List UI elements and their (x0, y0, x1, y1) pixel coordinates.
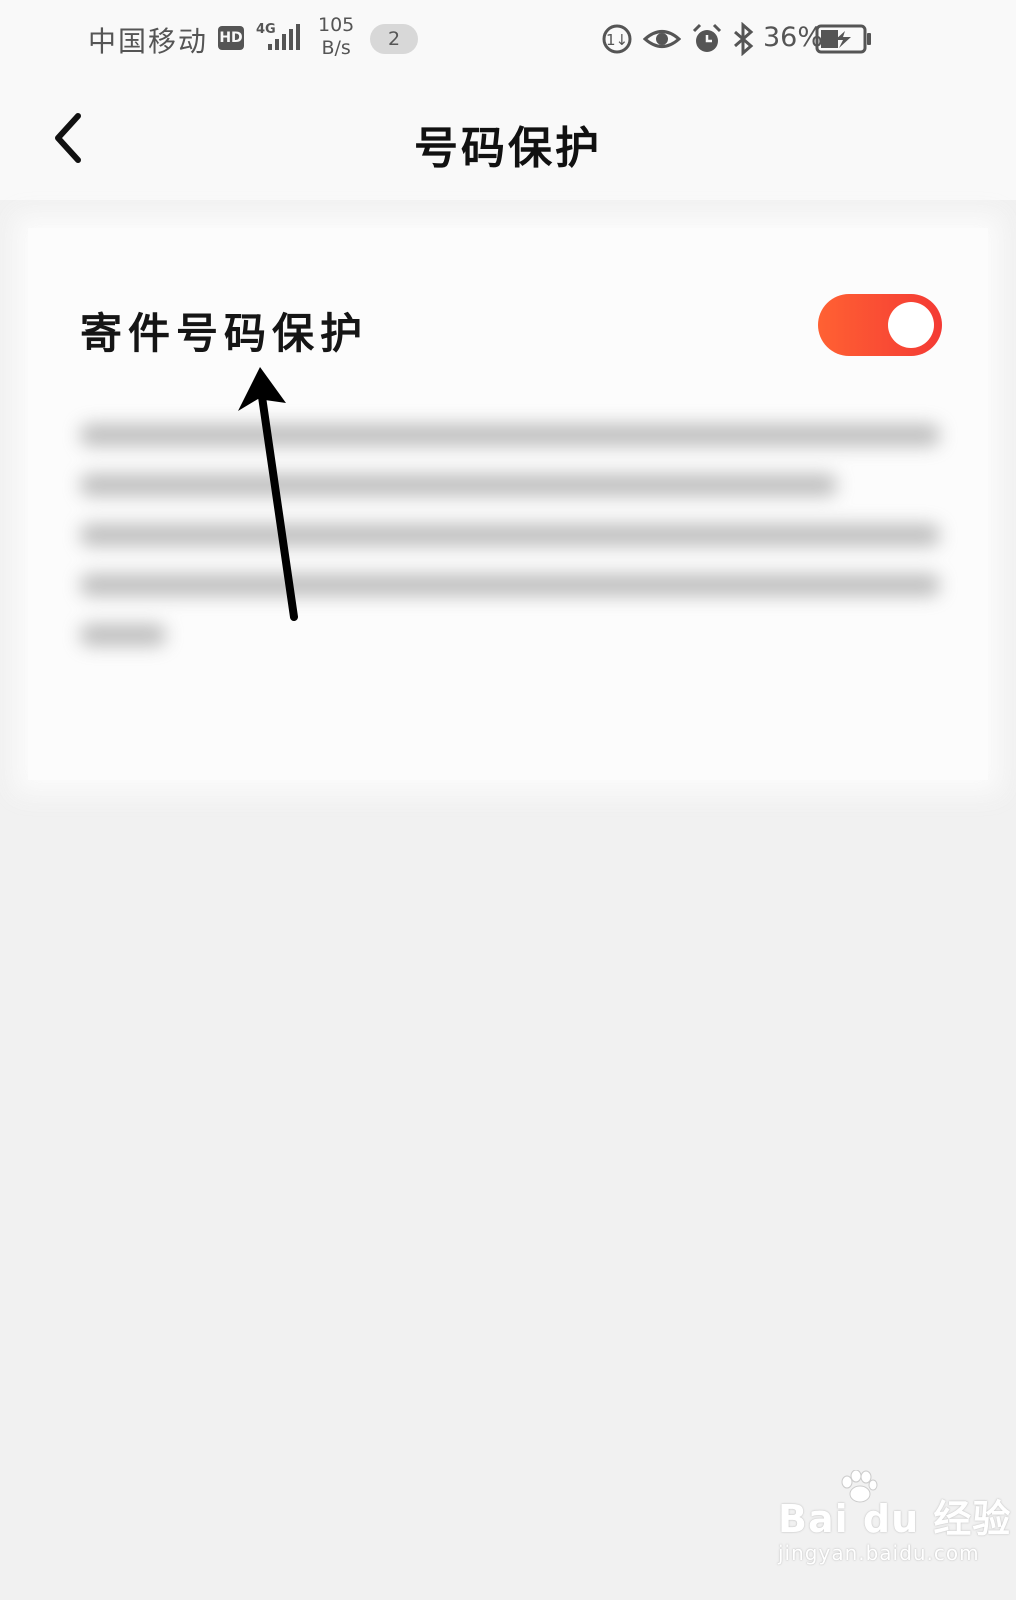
bluetooth-icon (734, 22, 754, 56)
navigation-header: 号码保护 (0, 80, 1016, 200)
watermark-main-text: Bai du 经验 (778, 1497, 1012, 1541)
number-protection-toggle[interactable] (818, 294, 942, 356)
baidu-paw-logo (841, 1470, 878, 1503)
speed-value: 105 (318, 14, 355, 36)
settings-card: 寄件号码保护 (28, 228, 988, 780)
baidu-jingyan-watermark: Bai du 经验 jingyan.baidu.com (778, 1470, 1012, 1565)
sender-number-protection-label: 寄件号码保护 (80, 309, 369, 358)
svg-text:1↓: 1↓ (606, 31, 628, 49)
network-speed: 105 B/s (318, 14, 354, 60)
carrier-name: 中国移动 (88, 25, 209, 58)
hd-badge: HD (218, 26, 244, 50)
status-bar: 中国移动 HD 4G 105 B/s 2 1↓ 36% (0, 0, 1016, 80)
notification-count-badge: 2 (370, 24, 418, 54)
watermark-url: jingyan.baidu.com (778, 1541, 980, 1565)
alarm-icon (692, 23, 722, 52)
battery-percent: 36% (763, 22, 824, 53)
page-title: 号码保护 (414, 123, 602, 174)
blurred-description (80, 424, 940, 674)
toggle-knob (888, 302, 934, 348)
data-saver-icon: 1↓ (602, 24, 632, 54)
speed-unit: B/s (321, 37, 351, 59)
signal-strength-icon (268, 24, 300, 50)
battery-charging-icon (815, 24, 871, 54)
annotation-arrow (238, 367, 298, 621)
eye-icon (643, 30, 681, 48)
